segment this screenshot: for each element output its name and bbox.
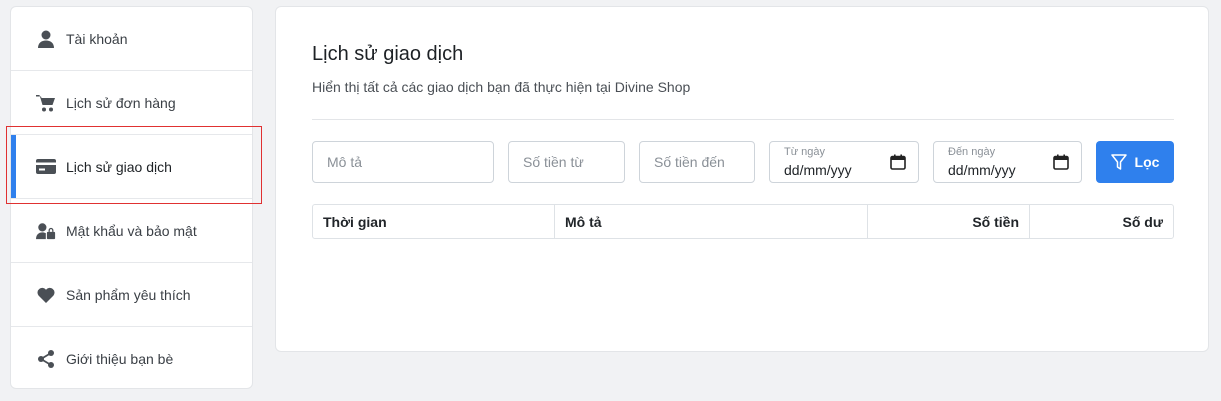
amount-from-input[interactable]: Số tiền từ <box>508 141 625 183</box>
sidebar-item-label: Giới thiệu bạn bè <box>66 351 174 367</box>
sidebar-item-label: Sản phẩm yêu thích <box>66 286 191 303</box>
sidebar-item-account[interactable]: Tài khoản <box>11 7 252 71</box>
column-header-description[interactable]: Mô tả <box>555 205 868 238</box>
calendar-icon[interactable] <box>1053 154 1069 170</box>
sidebar-item-refer-friends[interactable]: Giới thiệu bạn bè <box>11 327 252 391</box>
column-header-balance[interactable]: Số dư <box>1030 205 1173 238</box>
sidebar-item-label: Tài khoản <box>66 30 128 47</box>
page-subtitle: Hiển thị tất cả các giao dịch bạn đã thự… <box>312 79 691 95</box>
credit-card-icon <box>36 157 56 177</box>
description-input[interactable]: Mô tả <box>312 141 494 183</box>
sidebar-item-label: Lịch sử đơn hàng <box>66 94 176 111</box>
filter-icon <box>1110 153 1127 170</box>
amount-to-placeholder: Số tiền đến <box>654 154 725 170</box>
date-from-field[interactable]: Từ ngày dd/mm/yyy <box>769 141 919 183</box>
date-to-value: dd/mm/yyy <box>948 162 1016 178</box>
sidebar-item-order-history[interactable]: Lịch sử đơn hàng <box>11 71 252 135</box>
user-lock-icon <box>36 221 56 241</box>
page-title: Lịch sử giao dịch <box>312 43 464 65</box>
share-icon <box>36 349 56 369</box>
date-to-field[interactable]: Đến ngày dd/mm/yyy <box>933 141 1082 183</box>
amount-to-input[interactable]: Số tiền đến <box>639 141 755 183</box>
cart-icon <box>36 93 56 113</box>
sidebar-item-label: Mật khẩu và bảo mật <box>66 222 197 239</box>
amount-from-placeholder: Số tiền từ <box>523 154 584 170</box>
transactions-table-header: Thời gian Mô tả Số tiền Số dư <box>312 204 1174 239</box>
divider <box>312 119 1174 120</box>
user-icon <box>36 29 56 49</box>
sidebar-item-label: Lịch sử giao dịch <box>66 158 172 175</box>
heart-icon <box>36 285 56 305</box>
account-sidebar: Tài khoản Lịch sử đơn hàng Lịch sử giao … <box>10 6 253 389</box>
date-from-value: dd/mm/yyy <box>784 162 852 178</box>
sidebar-item-transaction-history[interactable]: Lịch sử giao dịch <box>11 135 252 199</box>
calendar-icon[interactable] <box>890 154 906 170</box>
date-to-label: Đến ngày <box>948 146 996 158</box>
date-from-label: Từ ngày <box>784 146 825 158</box>
description-placeholder: Mô tả <box>327 154 363 170</box>
filter-button[interactable]: Lọc <box>1096 141 1174 183</box>
column-header-time[interactable]: Thời gian <box>313 205 555 238</box>
filter-button-label: Lọc <box>1134 154 1160 170</box>
sidebar-item-password-security[interactable]: Mật khẩu và bảo mật <box>11 199 252 263</box>
column-header-amount[interactable]: Số tiền <box>868 205 1030 238</box>
sidebar-item-favorites[interactable]: Sản phẩm yêu thích <box>11 263 252 327</box>
transaction-history-card: Lịch sử giao dịch Hiển thị tất cả các gi… <box>275 6 1209 352</box>
